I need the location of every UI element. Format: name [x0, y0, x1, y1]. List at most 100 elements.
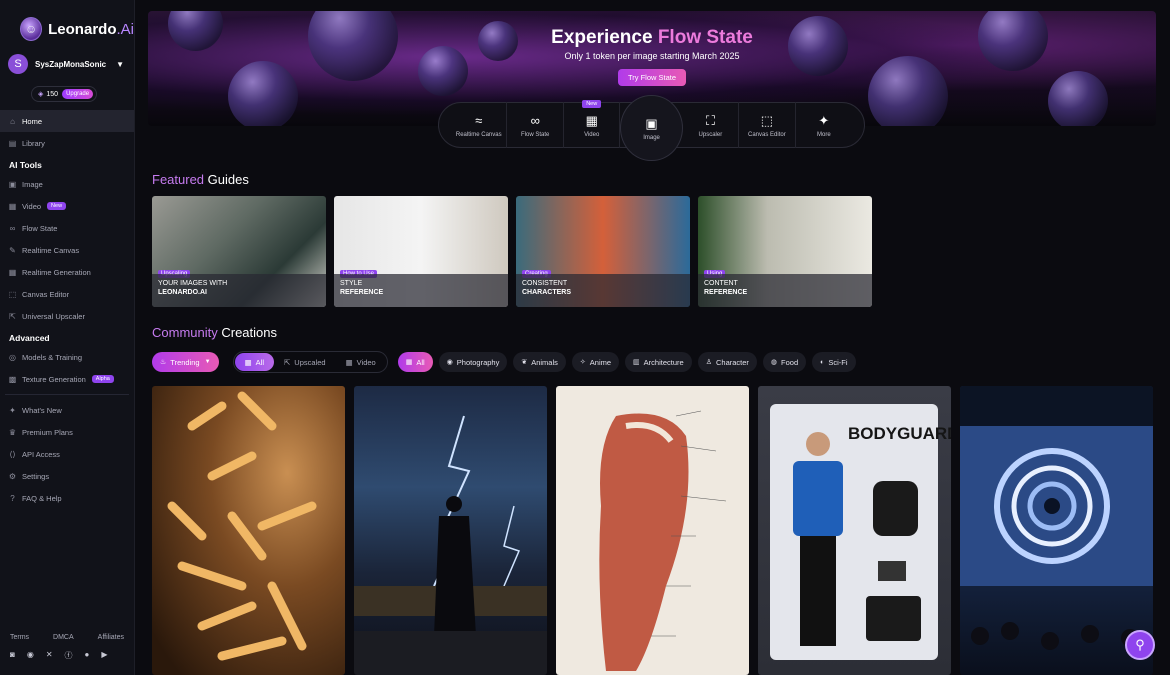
category-architecture[interactable]: ▥ Architecture [625, 352, 692, 372]
user-menu[interactable]: S SysZapMonaSonic ▼ [0, 46, 134, 82]
sidebar-item-realtime-generation[interactable]: ▦ Realtime Generation [0, 261, 134, 283]
footer-link-terms[interactable]: Terms [10, 634, 29, 641]
logo[interactable]: ☺ Leonardo.Ai [0, 0, 134, 46]
apple-icon[interactable]: ● [85, 650, 90, 661]
trending-dropdown[interactable]: ♨ Trending ▼ [152, 352, 219, 372]
reddit-icon[interactable]: ◉ [27, 650, 34, 661]
facebook-icon[interactable]: ⓕ [65, 650, 73, 661]
advanced-heading: Advanced [9, 333, 50, 343]
media-tab-all[interactable]: ▦ All [234, 353, 274, 371]
avatar: S [8, 54, 28, 74]
building-icon: ▥ [633, 359, 640, 366]
social-links: ◙ ◉ ✕ ⓕ ● ▶ [0, 650, 135, 675]
category-all[interactable]: ▦ All [397, 352, 433, 372]
tool-video[interactable]: New ▦ Video [564, 100, 621, 148]
food-icon: ◍ [770, 359, 778, 366]
chevron-down-icon[interactable]: ▼ [116, 60, 124, 69]
sidebar-item-realtime-canvas[interactable]: ✎ Realtime Canvas [0, 239, 134, 261]
tool-launcher: ≈ Realtime Canvas ∞ Flow State New ▦ Video ▣ Ima… [438, 95, 865, 161]
community-gallery: BODYGUARD [152, 386, 1153, 675]
tool-flow-state[interactable]: ∞ Flow State [507, 102, 564, 148]
sidebar-item-api-access[interactable]: ⟨⟩ API Access [0, 443, 134, 465]
category-animals[interactable]: ❦ Animals [513, 352, 566, 372]
sidebar-item-universal-upscaler[interactable]: ⇱ Universal Upscaler [0, 305, 134, 327]
tool-label: Upscaler [698, 131, 723, 138]
crown-icon: ♛ [8, 427, 17, 437]
sidebar-item-label: Video [22, 201, 42, 211]
search-fab[interactable]: ⚲ [1125, 630, 1155, 660]
sidebar-item-flow-state[interactable]: ∞ Flow State [0, 217, 134, 239]
image-icon: ▣ [645, 115, 658, 131]
footer-link-affiliates[interactable]: Affiliates [98, 634, 124, 641]
category-anime[interactable]: ✧ Anime [571, 352, 620, 372]
category-sci-fi[interactable]: ◐ Sci-Fi [812, 352, 856, 372]
sidebar-item-video[interactable]: ▦ Video New [0, 195, 134, 217]
gallery-image-storm[interactable] [354, 386, 547, 675]
grid-icon: ▦ [405, 359, 413, 366]
tool-label: Canvas Editor [748, 131, 786, 138]
leonardo-logo-icon: ☺ [20, 17, 43, 41]
guide-card[interactable]: UpscalingYOUR IMAGES WITHLEONARDO.AI [152, 196, 326, 307]
community-creations-title: Community Creations [152, 325, 277, 340]
sidebar-item-home[interactable]: ⌂ Home [0, 110, 134, 132]
footer-link-dmca[interactable]: DMCA [53, 634, 74, 641]
sidebar-item-label: Universal Upscaler [22, 311, 85, 321]
media-type-toggle: ▦ All ⇱ Upscaled ▦ Video [232, 351, 388, 373]
gallery-image-vortex-room[interactable] [960, 386, 1153, 675]
gallery-image-action-figure[interactable]: BODYGUARD [758, 386, 951, 675]
sidebar-item-what-s-new[interactable]: ✦ What's New [0, 399, 134, 421]
guide-line2: CHARACTERS [522, 289, 571, 296]
upscale-icon: ⇱ [284, 357, 291, 367]
sidebar-item-canvas-editor[interactable]: ⬚ Canvas Editor [0, 283, 134, 305]
sidebar-item-label: Realtime Generation [22, 267, 91, 277]
tool-canvas-editor[interactable]: ⬚ Canvas Editor [739, 102, 796, 148]
media-tab-upscaled[interactable]: ⇱ Upscaled [274, 353, 336, 371]
category-character[interactable]: ♙ Character [697, 352, 757, 372]
canvas-editor-icon: ⬚ [760, 112, 774, 128]
tool-label: Realtime Canvas [455, 131, 502, 138]
try-flow-state-button[interactable]: Try Flow State [618, 69, 686, 86]
paw-icon: ❦ [521, 359, 528, 366]
sidebar-item-faq-help[interactable]: ? FAQ & Help [0, 487, 134, 509]
guide-card[interactable]: CreatingCONSISTENTCHARACTERS [516, 196, 690, 307]
sidebar-item-premium-plans[interactable]: ♛ Premium Plans [0, 421, 134, 443]
sidebar-item-settings[interactable]: ⚙ Settings [0, 465, 134, 487]
brand-name: Leonardo.Ai [48, 20, 134, 38]
sidebar-item-label: Texture Generation [22, 374, 86, 384]
sidebar-item-label: Models & Training [22, 352, 83, 362]
discord-icon[interactable]: ◙ [10, 650, 15, 661]
sidebar-item-texture-generation[interactable]: ▩ Texture Generation Alpha [0, 368, 134, 390]
gallery-image-anatomy[interactable] [556, 386, 749, 675]
sidebar-item-library[interactable]: ▤ Library [0, 132, 134, 154]
x-icon[interactable]: ✕ [46, 650, 53, 661]
sidebar-item-label: FAQ & Help [22, 493, 62, 503]
google-play-icon[interactable]: ▶ [101, 650, 107, 661]
realtime-canvas-icon: ≈ [475, 112, 483, 128]
divider [5, 394, 129, 395]
badge: New [47, 202, 67, 210]
grid-icon: ▦ [8, 267, 17, 277]
tool-label: Video [584, 131, 600, 138]
category-food[interactable]: ◍ Food [762, 352, 807, 372]
sidebar-item-label: API Access [22, 449, 60, 459]
tool-upscaler[interactable]: ⛶ Upscaler [683, 102, 740, 148]
upgrade-button[interactable]: Upgrade [62, 89, 94, 99]
token-icon: ◈ [38, 91, 44, 98]
image-icon: ▣ [8, 179, 17, 189]
gallery-image-fries[interactable] [152, 386, 345, 675]
guide-card[interactable]: UsingCONTENTREFERENCE [698, 196, 872, 307]
sidebar-item-models-training[interactable]: ◎ Models & Training [0, 346, 134, 368]
tool-more[interactable]: ✦ More [796, 102, 852, 148]
sidebar-item-label: Realtime Canvas [22, 245, 80, 255]
video-icon: ▦ [8, 201, 17, 211]
category-photography[interactable]: ◉ Photography [438, 352, 508, 372]
guide-caption: YOUR IMAGES WITH LEONARDO.AI [152, 274, 326, 307]
tool-image[interactable]: ▣ Image [620, 95, 683, 161]
hero-subtitle: Only 1 token per image starting March 20… [564, 51, 740, 61]
sidebar-item-image[interactable]: ▣ Image [0, 173, 134, 195]
tool-realtime-canvas[interactable]: ≈ Realtime Canvas [451, 102, 508, 148]
media-tab-video[interactable]: ▦ Video [336, 353, 386, 371]
guide-card[interactable]: How to UseSTYLEREFERENCE [334, 196, 508, 307]
guide-line2: LEONARDO.AI [158, 289, 207, 296]
vortex-illustration [960, 386, 1153, 650]
